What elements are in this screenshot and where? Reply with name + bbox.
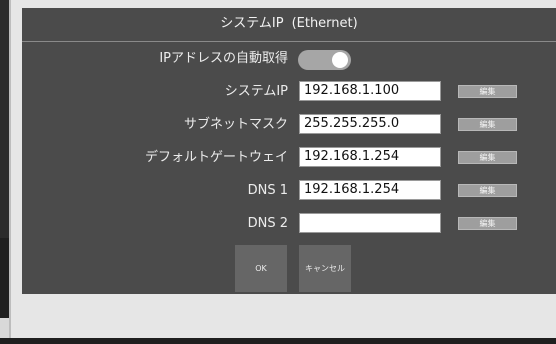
auto-ip-toggle[interactable]: [298, 50, 351, 70]
left-dark-panel: [0, 0, 9, 238]
left-dark-panel-lower: [0, 238, 9, 318]
dns2-row: DNS 2 編集: [22, 213, 556, 237]
ok-button[interactable]: OK: [235, 245, 287, 292]
dns1-label: DNS 1: [247, 183, 288, 198]
dns1-edit-button[interactable]: 編集: [458, 184, 517, 197]
system-ip-row: システムIP 192.168.1.100 編集: [22, 81, 556, 105]
bottom-bar: [0, 338, 556, 344]
dns2-label: DNS 2: [247, 216, 288, 231]
default-gateway-label: デフォルトゲートウェイ: [144, 150, 288, 165]
default-gateway-row: デフォルトゲートウェイ 192.168.1.254 編集: [22, 147, 556, 171]
auto-ip-label: IPアドレスの自動取得: [159, 51, 288, 66]
dns1-field[interactable]: 192.168.1.254: [299, 180, 441, 200]
left-panel-divider: [9, 0, 11, 344]
dns2-edit-button[interactable]: 編集: [458, 217, 517, 230]
dialog-header: システムIP (Ethernet): [22, 8, 556, 42]
system-ip-dialog: システムIP (Ethernet) IPアドレスの自動取得 システムIP 192.…: [22, 8, 556, 294]
toggle-knob: [332, 52, 348, 68]
system-ip-label: システムIP: [224, 84, 288, 99]
auto-ip-row: IPアドレスの自動取得: [22, 48, 556, 72]
cancel-button[interactable]: キャンセル: [299, 245, 351, 292]
subnet-mask-field[interactable]: 255.255.255.0: [299, 114, 441, 134]
default-gateway-field[interactable]: 192.168.1.254: [299, 147, 441, 167]
subnet-mask-label: サブネットマスク: [183, 117, 288, 132]
system-ip-field[interactable]: 192.168.1.100: [299, 81, 441, 101]
system-ip-edit-button[interactable]: 編集: [458, 85, 517, 98]
dialog-subtitle: (Ethernet): [291, 16, 358, 31]
subnet-mask-edit-button[interactable]: 編集: [458, 118, 517, 131]
dialog-title: システムIP: [220, 16, 284, 31]
dns2-field[interactable]: [299, 213, 441, 233]
subnet-mask-row: サブネットマスク 255.255.255.0 編集: [22, 114, 556, 138]
dns1-row: DNS 1 192.168.1.254 編集: [22, 180, 556, 204]
default-gateway-edit-button[interactable]: 編集: [458, 151, 517, 164]
